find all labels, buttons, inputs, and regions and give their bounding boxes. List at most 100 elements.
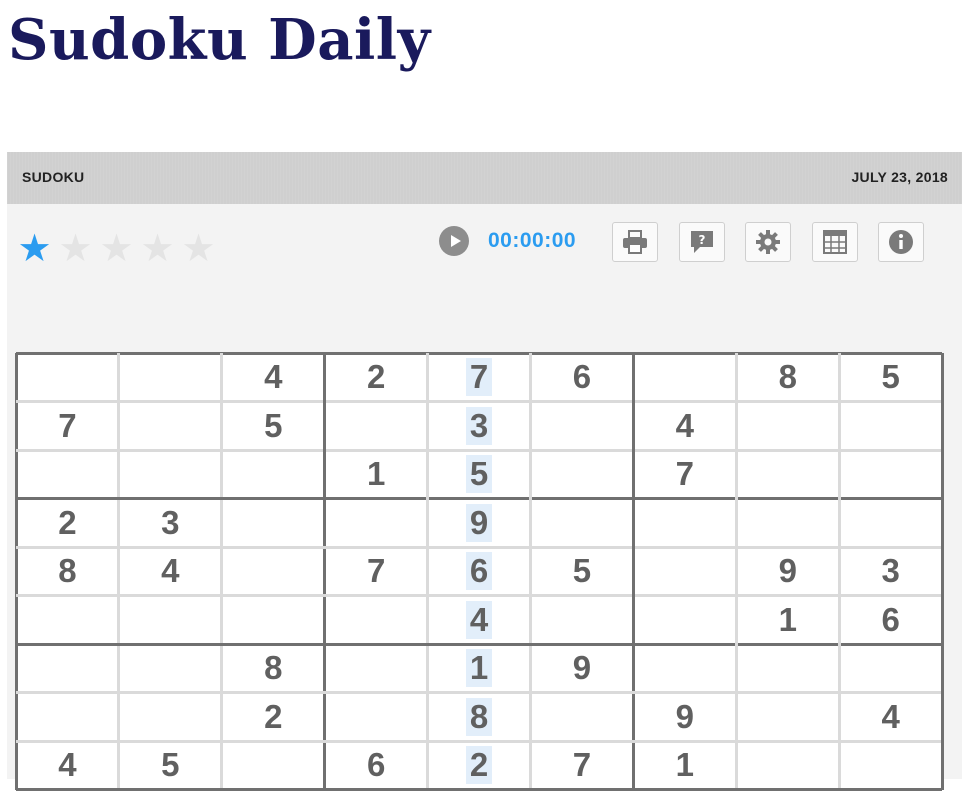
given-cell[interactable]: 4	[633, 402, 736, 451]
cell-digit: 9	[465, 503, 493, 542]
empty-cell[interactable]	[16, 450, 119, 499]
difficulty-star-icon: ★	[17, 228, 52, 270]
grid-line-vertical	[734, 353, 738, 790]
empty-cell[interactable]	[119, 693, 222, 742]
empty-cell[interactable]	[16, 596, 119, 645]
empty-cell[interactable]	[736, 450, 839, 499]
given-cell[interactable]: 4	[839, 693, 942, 742]
cell-digit: 7	[58, 406, 77, 444]
given-cell[interactable]: 8	[222, 644, 325, 693]
given-cell[interactable]: 6	[428, 547, 531, 596]
cell-digit: 5	[264, 406, 283, 444]
given-cell[interactable]: 2	[325, 353, 428, 402]
grid-line-horizontal	[16, 497, 943, 500]
grid-line-vertical	[426, 353, 430, 790]
given-cell[interactable]: 9	[633, 693, 736, 742]
given-cell[interactable]: 4	[16, 741, 119, 790]
given-cell[interactable]: 6	[839, 596, 942, 645]
given-cell[interactable]: 8	[16, 547, 119, 596]
given-cell[interactable]: 2	[16, 499, 119, 548]
given-cell[interactable]: 1	[325, 450, 428, 499]
notes-grid-button[interactable]	[812, 222, 858, 262]
empty-cell[interactable]	[325, 596, 428, 645]
empty-cell[interactable]	[736, 644, 839, 693]
empty-cell[interactable]	[16, 693, 119, 742]
empty-cell[interactable]	[16, 353, 119, 402]
given-cell[interactable]: 4	[222, 353, 325, 402]
given-cell[interactable]: 9	[736, 547, 839, 596]
empty-cell[interactable]	[119, 353, 222, 402]
print-button[interactable]	[612, 222, 658, 262]
empty-cell[interactable]	[119, 644, 222, 693]
empty-cell[interactable]	[119, 402, 222, 451]
empty-cell[interactable]	[119, 450, 222, 499]
empty-cell[interactable]	[531, 596, 634, 645]
cell-digit: 8	[778, 358, 797, 396]
empty-cell[interactable]	[839, 450, 942, 499]
empty-cell[interactable]	[222, 499, 325, 548]
given-cell[interactable]: 8	[428, 693, 531, 742]
empty-cell[interactable]	[736, 499, 839, 548]
given-cell[interactable]: 5	[839, 353, 942, 402]
given-cell[interactable]: 1	[736, 596, 839, 645]
empty-cell[interactable]	[531, 402, 634, 451]
empty-cell[interactable]	[736, 693, 839, 742]
empty-cell[interactable]	[839, 402, 942, 451]
given-cell[interactable]: 7	[16, 402, 119, 451]
empty-cell[interactable]	[222, 547, 325, 596]
hint-button[interactable]: ?	[679, 222, 725, 262]
given-cell[interactable]: 6	[531, 353, 634, 402]
settings-button[interactable]	[745, 222, 791, 262]
given-cell[interactable]: 7	[531, 741, 634, 790]
given-cell[interactable]: 1	[428, 644, 531, 693]
given-cell[interactable]: 7	[428, 353, 531, 402]
given-cell[interactable]: 9	[531, 644, 634, 693]
given-cell[interactable]: 5	[531, 547, 634, 596]
given-cell[interactable]: 1	[633, 741, 736, 790]
given-cell[interactable]: 8	[736, 353, 839, 402]
empty-cell[interactable]	[839, 499, 942, 548]
empty-cell[interactable]	[736, 402, 839, 451]
empty-cell[interactable]	[736, 741, 839, 790]
settings-icon	[756, 230, 780, 254]
empty-cell[interactable]	[839, 741, 942, 790]
given-cell[interactable]: 2	[222, 693, 325, 742]
empty-cell[interactable]	[119, 596, 222, 645]
given-cell[interactable]: 9	[428, 499, 531, 548]
empty-cell[interactable]	[633, 353, 736, 402]
cell-digit: 8	[465, 697, 493, 736]
empty-cell[interactable]	[839, 644, 942, 693]
info-button[interactable]	[878, 222, 924, 262]
play-icon[interactable]	[439, 226, 469, 256]
empty-cell[interactable]	[633, 547, 736, 596]
empty-cell[interactable]	[325, 693, 428, 742]
empty-cell[interactable]	[531, 499, 634, 548]
empty-cell[interactable]	[222, 596, 325, 645]
given-cell[interactable]: 6	[325, 741, 428, 790]
given-cell[interactable]: 2	[428, 741, 531, 790]
empty-cell[interactable]	[633, 596, 736, 645]
empty-cell[interactable]	[16, 644, 119, 693]
empty-cell[interactable]	[325, 644, 428, 693]
given-cell[interactable]: 3	[119, 499, 222, 548]
given-cell[interactable]: 4	[428, 596, 531, 645]
given-cell[interactable]: 5	[119, 741, 222, 790]
cell-digit: 7	[366, 552, 386, 590]
given-cell[interactable]: 3	[839, 547, 942, 596]
given-cell[interactable]: 5	[222, 402, 325, 451]
empty-cell[interactable]	[325, 499, 428, 548]
given-cell[interactable]: 4	[119, 547, 222, 596]
given-cell[interactable]: 5	[428, 450, 531, 499]
empty-cell[interactable]	[633, 499, 736, 548]
empty-cell[interactable]	[633, 644, 736, 693]
empty-cell[interactable]	[222, 450, 325, 499]
empty-cell[interactable]	[325, 402, 428, 451]
given-cell[interactable]: 7	[325, 547, 428, 596]
given-cell[interactable]: 3	[428, 402, 531, 451]
given-cell[interactable]: 7	[633, 450, 736, 499]
empty-cell[interactable]	[531, 450, 634, 499]
empty-cell[interactable]	[531, 693, 634, 742]
empty-cell[interactable]	[222, 741, 325, 790]
cell-digit: 5	[465, 455, 493, 494]
puzzle-frame: SUDOKU JULY 23, 2018 ★ ★ ★ ★ ★ 00:00:00 ?	[7, 152, 962, 793]
